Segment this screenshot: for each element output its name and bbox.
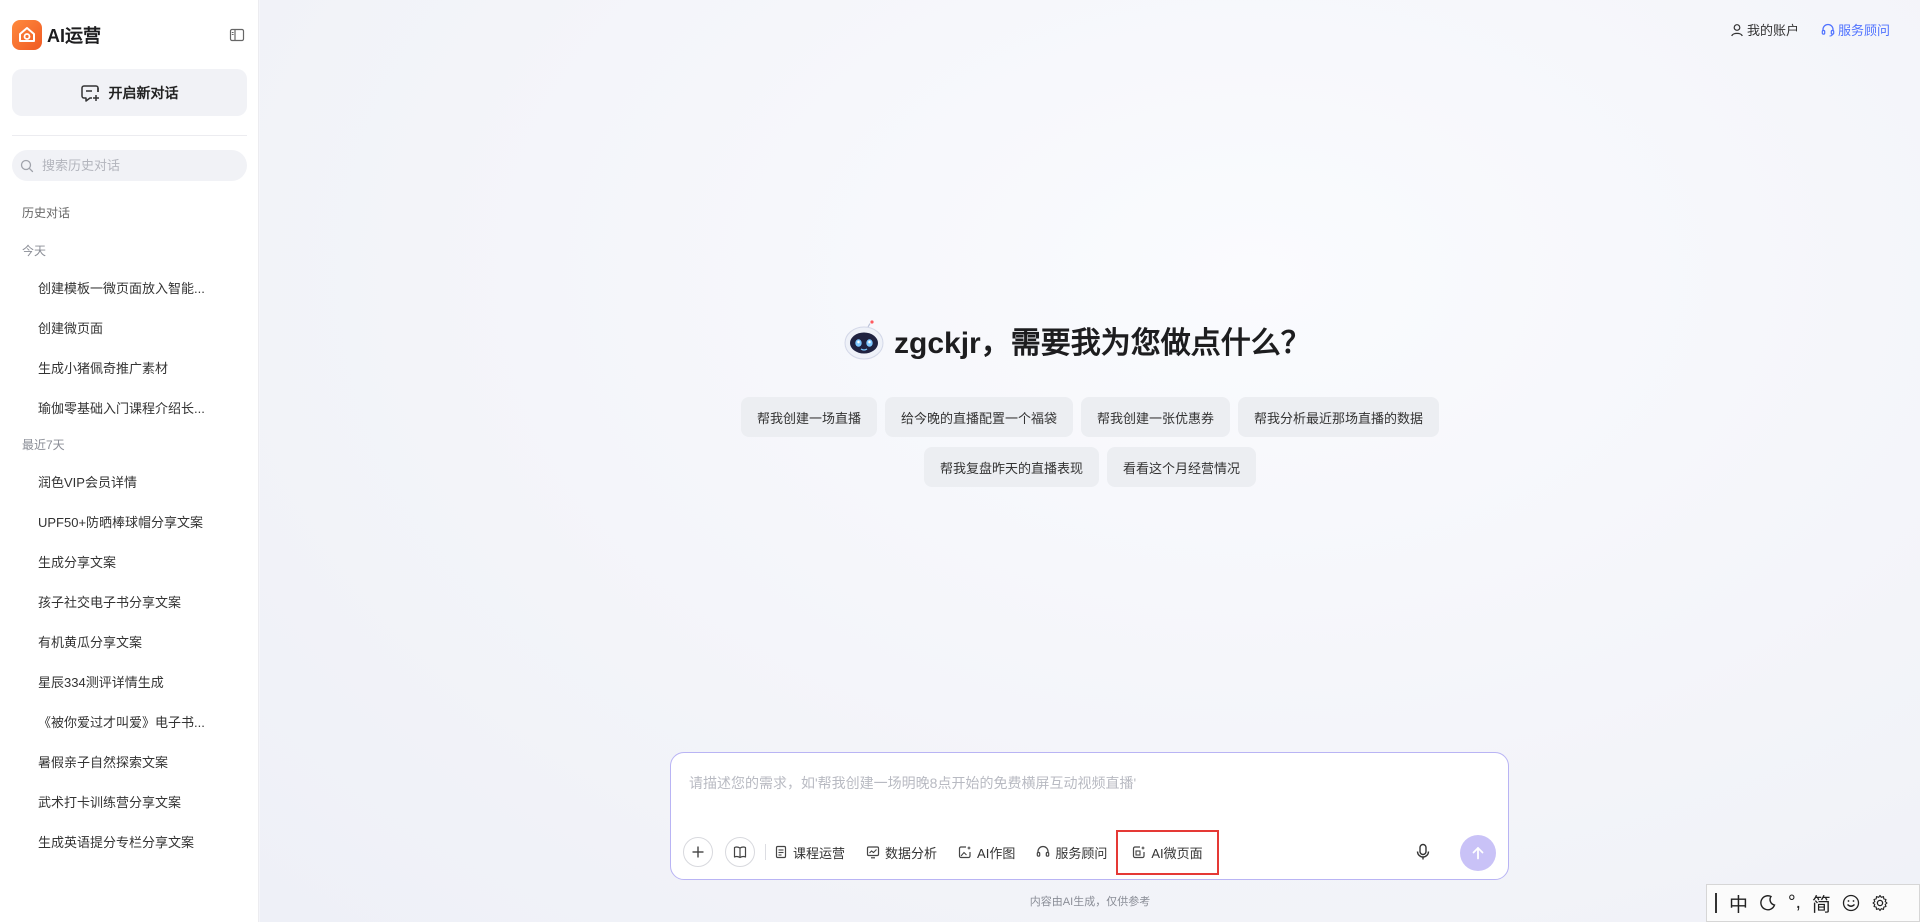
history-item[interactable]: 创建微页面 (24, 311, 240, 343)
suggestion-chip[interactable]: 帮我分析最近那场直播的数据 (1238, 397, 1440, 437)
course-ops-label: 课程运营 (793, 845, 846, 861)
service-advisor-label: 服务顾问 (1837, 23, 1890, 38)
data-analysis-label: 数据分析 (885, 845, 938, 861)
history-item[interactable]: 星辰334测评详情生成 (24, 665, 240, 697)
settings-gear-icon[interactable] (1871, 894, 1889, 912)
history-item[interactable]: 有机黄瓜分享文案 (24, 625, 240, 657)
history-item[interactable]: 瑜伽零基础入门课程介绍长... (24, 391, 240, 423)
course-ops-button[interactable]: 课程运营 (774, 843, 845, 862)
ai-disclaimer: 内容由AI生成，仅供参考 (1029, 896, 1151, 908)
service-advisor-tool-label: 服务顾问 (1055, 845, 1108, 861)
new-chat-button[interactable]: 开启新对话 (12, 69, 247, 116)
history-title: 历史对话 (22, 206, 71, 220)
ime-punctuation-toggle[interactable]: °, (1788, 892, 1801, 914)
search-input[interactable] (40, 157, 234, 174)
history-item-label: 武术打卡训练营分享文案 (38, 794, 182, 810)
moon-icon[interactable] (1759, 894, 1777, 912)
history-search (12, 150, 247, 181)
my-account-label: 我的账户 (1746, 23, 1799, 38)
ai-image-button[interactable]: AI作图 (958, 843, 1015, 862)
history-item-label: 创建微页面 (38, 320, 104, 336)
history-item[interactable]: 《被你爱过才叫爱》电子书... (24, 705, 240, 737)
ime-simplified-toggle[interactable]: 简 (1812, 890, 1831, 917)
suggestion-row-1: 帮我创建一场直播 给今晚的直播配置一个福袋 帮我创建一张优惠券 帮我分析最近那场… (260, 397, 1920, 437)
history-item[interactable]: 生成分享文案 (24, 545, 240, 577)
ai-micro-page-button[interactable]: AI微页面 (1116, 829, 1219, 875)
send-button[interactable] (1460, 835, 1496, 871)
ai-image-label: AI作图 (977, 845, 1016, 861)
sidebar-collapse-icon[interactable] (227, 25, 247, 45)
history-item-label: UPF50+防晒棒球帽分享文案 (38, 514, 204, 530)
suggestion-row-2: 帮我复盘昨天的直播表现 看看这个月经营情况 (260, 447, 1920, 487)
knowledge-base-button[interactable] (725, 837, 755, 867)
history-item[interactable]: 暑假亲子自然探索文案 (24, 745, 240, 777)
new-chat-label: 开启新对话 (108, 84, 179, 101)
logo-row: AI运营 (12, 19, 247, 51)
history-item[interactable]: 创建模板一微页面放入智能... (24, 271, 240, 303)
suggestion-chip[interactable]: 帮我创建一张优惠券 (1081, 397, 1231, 437)
logo-icon (12, 20, 42, 50)
history-item[interactable]: 润色VIP会员详情 (24, 465, 240, 497)
history-item-label: 孩子社交电子书分享文案 (38, 594, 182, 610)
robot-avatar-icon (844, 320, 884, 360)
group-label-7days: 最近7天 (22, 438, 65, 452)
microphone-button[interactable] (1412, 841, 1434, 863)
toolbar-divider (765, 844, 766, 860)
book-icon (733, 846, 747, 859)
emoji-icon[interactable] (1842, 894, 1860, 912)
history-item-label: 创建模板一微页面放入智能... (38, 280, 205, 296)
logo-text: AI运营 (47, 26, 101, 46)
history-item-label: 生成英语提分专栏分享文案 (38, 834, 195, 850)
image-sparkle-icon (958, 846, 972, 859)
history-item-label: 瑜伽零基础入门课程介绍长... (38, 400, 205, 416)
history-item-label: 生成小猪佩奇推广素材 (38, 360, 169, 376)
top-nav: 我的账户 服务顾问 (1730, 20, 1890, 39)
add-button[interactable] (683, 837, 713, 867)
composer-toolbar: 课程运营 数据分析 AI作图 服务顾问 AI微页面 (683, 829, 1219, 875)
new-chat-icon (80, 84, 99, 102)
sidebar: AI运营 开启新对话 历史对话 今天 创建模板一微页面放入智能.. (0, 0, 259, 922)
main-area: 我的账户 服务顾问 zgckjr，需要我为您做点什么？ 帮我创建一场直播 给今晚… (260, 0, 1920, 922)
history-item-label: 星辰334测评详情生成 (38, 674, 164, 690)
microphone-icon (1416, 843, 1430, 860)
service-advisor-link[interactable]: 服务顾问 (1821, 20, 1890, 39)
page-sparkle-icon (1133, 846, 1146, 859)
ime-language-toggle[interactable]: 中 (1729, 890, 1748, 917)
suggestion-chip[interactable]: 帮我创建一场直播 (740, 397, 877, 437)
history-item-label: 《被你爱过才叫爱》电子书... (38, 714, 205, 730)
ime-toolbar: 中 °, 简 (1706, 884, 1920, 922)
history-item-label: 有机黄瓜分享文案 (38, 634, 143, 650)
history-item[interactable]: 生成小猪佩奇推广素材 (24, 351, 240, 383)
arrow-up-icon (1472, 847, 1484, 860)
user-icon (1731, 23, 1743, 36)
history-item[interactable]: 生成英语提分专栏分享文案 (24, 825, 240, 857)
greeting: zgckjr，需要我为您做点什么？ (842, 316, 1311, 364)
chart-icon (866, 846, 880, 859)
history-item-label: 润色VIP会员详情 (38, 474, 137, 490)
history-item[interactable]: 孩子社交电子书分享文案 (24, 585, 240, 617)
plus-icon (692, 846, 704, 858)
history-item[interactable]: UPF50+防晒棒球帽分享文案 (24, 505, 240, 537)
document-icon (775, 845, 787, 859)
ime-drag-handle[interactable] (1715, 893, 1717, 913)
suggestion-chip[interactable]: 帮我复盘昨天的直播表现 (923, 447, 1099, 487)
suggestion-chip[interactable]: 看看这个月经营情况 (1107, 447, 1257, 487)
chat-composer: 课程运营 数据分析 AI作图 (670, 752, 1509, 880)
prompt-input[interactable] (687, 771, 1491, 815)
headset-icon (1037, 845, 1050, 857)
history-item[interactable]: 武术打卡训练营分享文案 (24, 785, 240, 817)
suggestion-chip[interactable]: 给今晚的直播配置一个福袋 (884, 397, 1073, 437)
service-advisor-tool-button[interactable]: 服务顾问 (1036, 843, 1107, 862)
sidebar-divider (12, 135, 247, 136)
greeting-text: zgckjr，需要我为您做点什么？ (894, 327, 1311, 360)
group-label-today: 今天 (22, 244, 47, 258)
data-analysis-button[interactable]: 数据分析 (866, 843, 937, 862)
my-account-link[interactable]: 我的账户 (1730, 20, 1799, 39)
ai-micro-page-label: AI微页面 (1151, 845, 1203, 861)
history-item-label: 生成分享文案 (38, 554, 117, 570)
search-icon (20, 159, 34, 172)
headset-icon (1821, 23, 1835, 37)
history-item-label: 暑假亲子自然探索文案 (38, 754, 169, 770)
